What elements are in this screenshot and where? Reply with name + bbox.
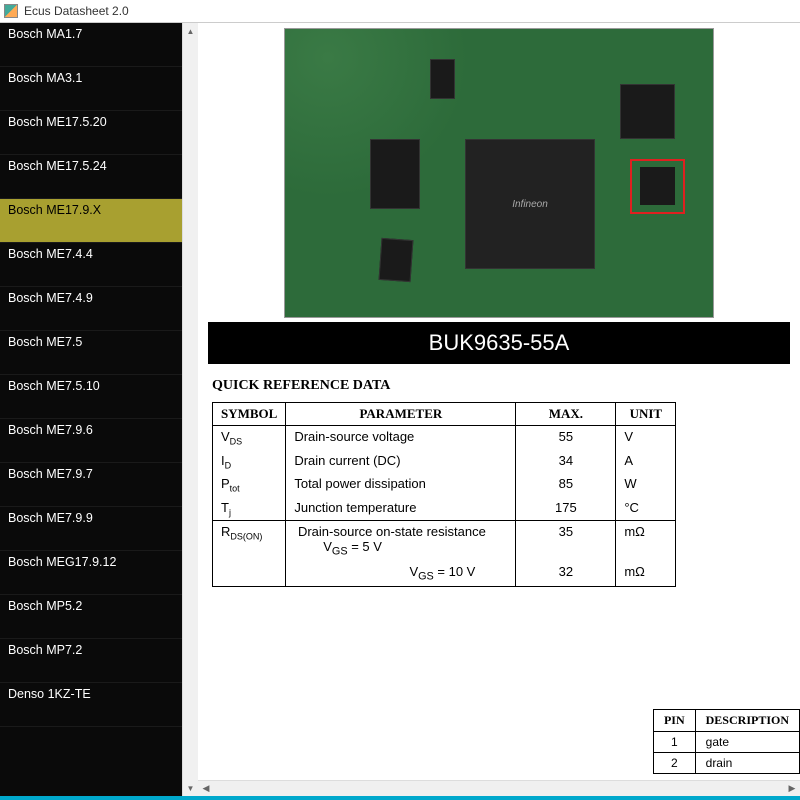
sidebar-item-label: Bosch ME7.5	[8, 335, 82, 349]
sidebar-item[interactable]: Bosch ME7.4.9	[0, 287, 182, 331]
table-row: TjJunction temperature175°C	[213, 497, 676, 521]
sidebar-item[interactable]: Bosch ME7.9.6	[0, 419, 182, 463]
sidebar-item-label: Bosch ME7.5.10	[8, 379, 100, 393]
app-title: Ecus Datasheet 2.0	[24, 4, 129, 18]
sidebar: Bosch MA1.7 Bosch MA3.1 Bosch ME17.5.20 Bos…	[0, 23, 182, 796]
sidebar-item[interactable]: Bosch MP7.2	[0, 639, 182, 683]
scroll-left-icon[interactable]: ◀	[198, 781, 214, 796]
pcb-board-image: Infineon	[284, 28, 714, 318]
part-number-title: BUK9635-55A	[208, 322, 790, 364]
pin-row: 1gate	[653, 732, 799, 753]
sidebar-item-label: Bosch ME17.5.24	[8, 159, 107, 173]
th-description: DESCRIPTION	[695, 710, 799, 732]
th-pin: PIN	[653, 710, 695, 732]
sidebar-item-label: Denso 1KZ-TE	[8, 687, 91, 701]
sidebar-item[interactable]: Bosch MP5.2	[0, 595, 182, 639]
sidebar-item[interactable]: Bosch ME17.9.X	[0, 199, 182, 243]
titlebar: Ecus Datasheet 2.0	[0, 0, 800, 22]
pin-row: 2drain	[653, 753, 799, 774]
sidebar-item-label: Bosch ME7.9.6	[8, 423, 93, 437]
sidebar-item[interactable]: Bosch ME7.4.4	[0, 243, 182, 287]
sidebar-item[interactable]: Bosch ME17.5.24	[0, 155, 182, 199]
sidebar-scrollbar[interactable]: ▲ ▼	[182, 23, 198, 796]
sidebar-item[interactable]: Bosch ME7.5.10	[0, 375, 182, 419]
main-chip: Infineon	[465, 139, 595, 269]
sidebar-item[interactable]: Bosch ME7.9.7	[0, 463, 182, 507]
th-max: MAX.	[516, 403, 616, 426]
sidebar-item-label: Bosch MA1.7	[8, 27, 82, 41]
sidebar-item-label: Bosch ME7.4.9	[8, 291, 93, 305]
sidebar-item[interactable]: Bosch ME17.5.20	[0, 111, 182, 155]
sidebar-item[interactable]: Bosch ME7.5	[0, 331, 182, 375]
table-row-rds: RDS(ON) Drain-source on-state resistance…	[213, 521, 676, 561]
scroll-down-icon[interactable]: ▼	[183, 780, 198, 796]
sidebar-item-label: Bosch ME7.4.4	[8, 247, 93, 261]
scroll-up-icon[interactable]: ▲	[183, 23, 198, 39]
app-icon	[4, 4, 18, 18]
th-parameter: PARAMETER	[286, 403, 516, 426]
th-unit: UNIT	[616, 403, 676, 426]
th-symbol: SYMBOL	[213, 403, 286, 426]
sidebar-item-label: Bosch ME17.9.X	[8, 203, 101, 217]
table-row: VDSDrain-source voltage55V	[213, 426, 676, 450]
quick-reference-table: SYMBOL PARAMETER MAX. UNIT VDSDrain-sour…	[212, 402, 676, 587]
table-row: PtotTotal power dissipation85W	[213, 473, 676, 497]
sidebar-item[interactable]: Bosch ME7.9.9	[0, 507, 182, 551]
component-highlight-box	[630, 159, 685, 214]
sidebar-item[interactable]: Denso 1KZ-TE	[0, 683, 182, 727]
horizontal-scrollbar[interactable]: ◀ ▶	[198, 780, 800, 796]
sidebar-item[interactable]: Bosch MEG17.9.12	[0, 551, 182, 595]
scroll-right-icon[interactable]: ▶	[784, 781, 800, 796]
pin-description-table: PIN DESCRIPTION 1gate2drain	[653, 709, 800, 774]
sidebar-item-label: Bosch MA3.1	[8, 71, 82, 85]
bottom-accent-bar	[0, 796, 800, 800]
sidebar-item-label: Bosch MP7.2	[8, 643, 82, 657]
content-pane: Infineon BUK9635-55A QUICK REFERENCE DAT…	[198, 23, 800, 796]
table-row: IDDrain current (DC)34A	[213, 450, 676, 474]
sidebar-item-label: Bosch ME17.5.20	[8, 115, 107, 129]
sidebar-item-label: Bosch ME7.9.7	[8, 467, 93, 481]
sidebar-item[interactable]: Bosch MA1.7	[0, 23, 182, 67]
sidebar-item-label: Bosch MP5.2	[8, 599, 82, 613]
sidebar-item[interactable]: Bosch MA3.1	[0, 67, 182, 111]
sidebar-item-label: Bosch ME7.9.9	[8, 511, 93, 525]
sidebar-item-label: Bosch MEG17.9.12	[8, 555, 116, 569]
quick-ref-heading: QUICK REFERENCE DATA	[212, 378, 790, 394]
